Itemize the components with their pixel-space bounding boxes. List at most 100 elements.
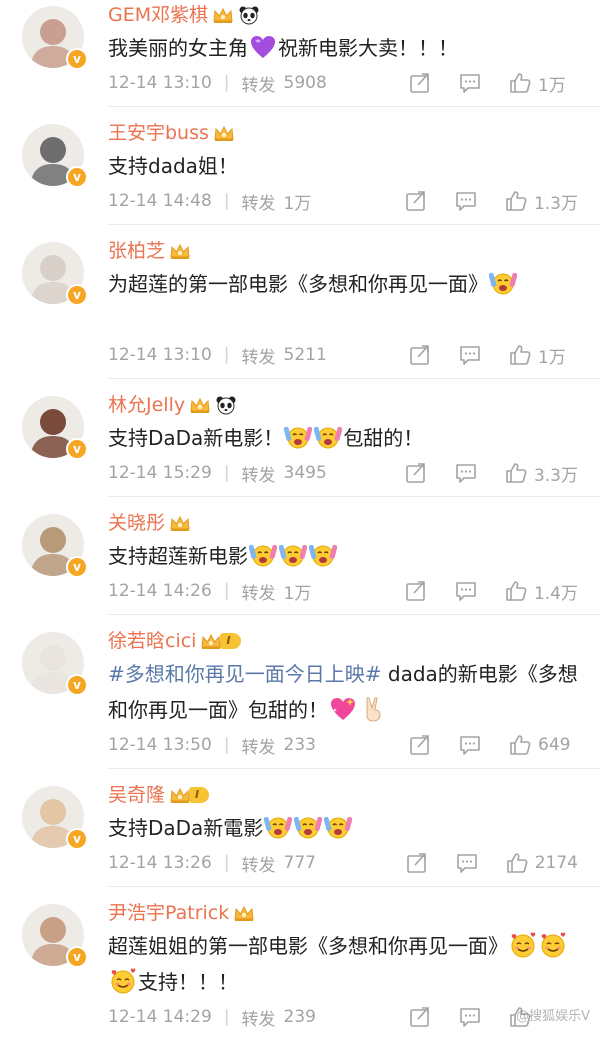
vip-level-label: I <box>220 633 241 649</box>
like-button[interactable]: 1万 <box>508 343 578 368</box>
like-icon[interactable] <box>504 579 528 603</box>
username-link[interactable]: 尹浩宇Patrick <box>108 901 229 925</box>
comment-text-segment: 为超莲的第一部电影《多想和你再见一面》 <box>108 272 488 296</box>
like-icon[interactable] <box>508 343 532 367</box>
repost-icon[interactable] <box>404 461 428 485</box>
name-row: 吴奇隆 I <box>108 780 588 810</box>
comment-content: 吴奇隆 I 支持DaDa新電影 <box>108 780 588 846</box>
timestamp: 12-14 13:50 <box>108 735 212 755</box>
repost-icon[interactable] <box>405 851 429 875</box>
like-button[interactable]: 2174 <box>505 851 578 875</box>
forward-count: 1万 <box>283 193 312 214</box>
smiling-hearts-emoji-icon <box>111 968 136 994</box>
comment-icon[interactable] <box>458 343 482 367</box>
comment-text: 支持DaDa新電影 <box>108 810 588 846</box>
repost-icon[interactable] <box>408 343 432 367</box>
avatar[interactable]: v <box>22 6 88 70</box>
like-icon[interactable] <box>504 189 528 213</box>
repost-icon[interactable] <box>408 1005 432 1029</box>
name-row: 张柏芝 <box>108 236 588 266</box>
like-icon[interactable] <box>508 71 532 95</box>
name-row: 尹浩宇Patrick <box>108 898 588 928</box>
like-icon[interactable] <box>505 851 529 875</box>
username-link[interactable]: 关晓彤 <box>108 511 165 535</box>
comment-icon[interactable] <box>454 461 478 485</box>
victory-hand-emoji-icon <box>366 697 381 722</box>
avatar[interactable]: v <box>22 786 88 850</box>
like-button[interactable]: 1.4万 <box>504 579 578 604</box>
timestamp: 12-14 14:29 <box>108 1007 212 1027</box>
forward-count: 5908 <box>283 73 327 93</box>
action-bar: 2174 <box>379 848 578 878</box>
cheering-emoji-icon <box>314 426 343 449</box>
avatar[interactable]: v <box>22 242 88 306</box>
divider <box>108 496 600 497</box>
comment-text-segment: 支持DaDa新电影！ <box>108 426 284 450</box>
comment-text: 支持超莲新电影 <box>108 538 588 574</box>
timestamp: 12-14 14:48 <box>108 191 212 211</box>
comment-text-segment: 我美丽的女主角 <box>108 36 248 60</box>
comment-icon[interactable] <box>458 71 482 95</box>
action-bar: 1万 <box>382 340 578 370</box>
username-link[interactable]: 徐若晗cici <box>108 629 196 653</box>
comment-icon[interactable] <box>454 189 478 213</box>
avatar[interactable]: v <box>22 396 88 460</box>
crown-badge-icon <box>189 396 211 414</box>
like-button[interactable]: 1.3万 <box>504 189 578 214</box>
meta-row: 12-14 13:50 | 转发 233 649 <box>108 730 600 760</box>
forward-label: 转发 <box>241 737 276 758</box>
like-count: 1万 <box>538 347 566 368</box>
comment-icon[interactable] <box>455 851 479 875</box>
repost-icon[interactable] <box>404 189 428 213</box>
like-icon[interactable] <box>508 733 532 757</box>
cheering-emoji-icon <box>279 544 307 567</box>
avatar[interactable]: v <box>22 514 88 578</box>
hashtag-link[interactable]: #多想和你再见一面今日上映# <box>108 662 382 686</box>
repost-icon[interactable] <box>404 579 428 603</box>
like-button[interactable]: 1万 <box>508 71 578 96</box>
username-link[interactable]: GEM邓紫棋 <box>108 3 208 27</box>
divider <box>108 106 600 107</box>
username-link[interactable]: 林允Jelly <box>108 393 185 417</box>
name-row: 徐若晗cici I <box>108 626 588 656</box>
timestamp: 12-14 15:29 <box>108 463 212 483</box>
meta-separator: | <box>223 463 230 483</box>
crown-badge-icon <box>200 632 222 650</box>
comment-content: GEM邓紫棋 我美丽的女主角 祝新电影大卖！！！ <box>108 0 588 66</box>
cheering-emoji-icon <box>284 426 313 449</box>
forward-count: 5211 <box>283 345 327 365</box>
forward-label: 转发 <box>241 347 276 368</box>
panda-badge-icon <box>215 395 237 415</box>
avatar[interactable]: v <box>22 124 88 188</box>
meta-separator: | <box>223 73 230 93</box>
forward-count: 239 <box>283 1007 316 1027</box>
meta-row: 12-14 15:29 | 转发 3495 3.3万 <box>108 458 600 488</box>
like-icon[interactable] <box>504 461 528 485</box>
username-link[interactable]: 张柏芝 <box>108 239 165 263</box>
like-count: 2174 <box>534 853 578 873</box>
crown-badge-icon <box>169 786 191 804</box>
comment-icon[interactable] <box>454 579 478 603</box>
crown-badge-icon <box>169 514 191 532</box>
forward-count: 3495 <box>283 463 327 483</box>
smiling-hearts-emoji-icon <box>541 932 566 958</box>
like-button[interactable]: 649 <box>508 733 578 757</box>
username-link[interactable]: 王安宇buss <box>108 121 209 145</box>
verified-badge-icon: v <box>66 946 88 968</box>
cheering-emoji-icon <box>309 544 337 567</box>
like-count: 649 <box>538 735 571 755</box>
crown-badge-icon <box>213 124 235 142</box>
vip-level-badge: I <box>200 631 241 651</box>
divider <box>108 224 600 225</box>
avatar[interactable]: v <box>22 904 88 968</box>
timestamp: 12-14 13:10 <box>108 73 212 93</box>
avatar[interactable]: v <box>22 632 88 696</box>
repost-icon[interactable] <box>408 733 432 757</box>
comment-icon[interactable] <box>458 733 482 757</box>
like-button[interactable]: 3.3万 <box>504 461 578 486</box>
comment-content: 关晓彤支持超莲新电影 <box>108 508 588 574</box>
repost-icon[interactable] <box>408 71 432 95</box>
comment-text: #多想和你再见一面今日上映# dada的新电影《多想和你再见一面》包甜的！ <box>108 656 588 728</box>
comment-icon[interactable] <box>458 1005 482 1029</box>
username-link[interactable]: 吴奇隆 <box>108 783 165 807</box>
